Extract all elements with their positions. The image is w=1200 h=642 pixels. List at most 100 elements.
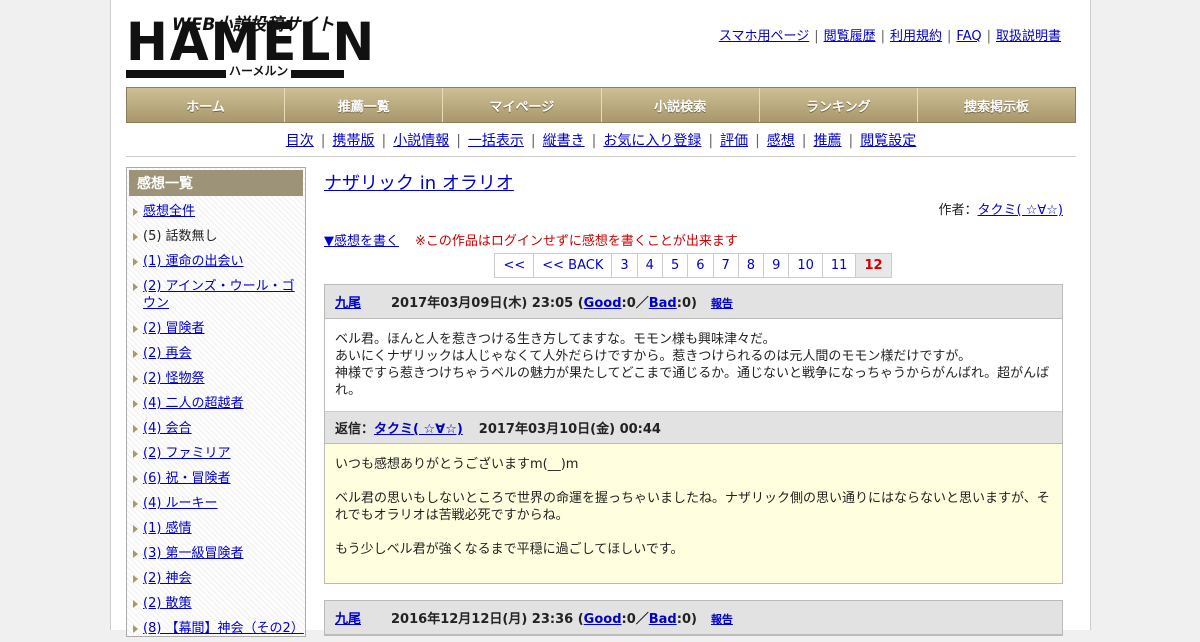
sidebar-item-label[interactable]: (4) 会合: [143, 421, 192, 436]
page-link[interactable]: 8: [737, 253, 765, 278]
review-line: あいにくナザリックは人じゃなくて人外だらけですから。惹きつけられるのは元人間のモ…: [335, 349, 972, 364]
toplink-faq[interactable]: FAQ: [956, 29, 981, 44]
sidebar-item-label[interactable]: 感想全件: [143, 204, 195, 219]
bad-count: :0): [676, 612, 697, 627]
subnav-mobile[interactable]: 携帯版: [332, 133, 374, 149]
subnav-rating[interactable]: 評価: [720, 133, 748, 149]
sidebar-item-label[interactable]: (6) 祝・冒険者: [143, 471, 231, 486]
sidebar-item[interactable]: (2) 神会: [129, 567, 303, 592]
bad-link[interactable]: Bad: [649, 296, 677, 311]
page-link[interactable]: 5: [661, 253, 689, 278]
report-link[interactable]: 報告: [711, 613, 733, 626]
sidebar-item[interactable]: (2) 冒険者: [129, 317, 303, 342]
separator: |: [320, 133, 326, 149]
toplink-manual[interactable]: 取扱説明書: [996, 29, 1061, 44]
sidebar-item-label[interactable]: (4) 二人の超越者: [143, 396, 244, 411]
page-current: 12: [855, 253, 892, 278]
sidebar-item[interactable]: (2) ファミリア: [129, 442, 303, 467]
subnav-info[interactable]: 小説情報: [393, 133, 449, 149]
sidebar-item[interactable]: (1) 感情: [129, 517, 303, 542]
sidebar-item-label[interactable]: (2) 再会: [143, 346, 192, 361]
sidebar-item[interactable]: (4) 会合: [129, 417, 303, 442]
sidebar-item[interactable]: 感想全件: [129, 200, 303, 225]
sidebar-item-label[interactable]: (1) 感情: [143, 521, 192, 536]
work-title[interactable]: ナザリック in オラリオ: [324, 173, 514, 194]
separator: |: [848, 133, 854, 149]
sidebar-item: (5) 話数無し: [129, 225, 303, 250]
sidebar-item[interactable]: (2) 散策: [129, 592, 303, 617]
toplink-smartphone[interactable]: スマホ用ページ: [719, 29, 809, 44]
sidebar-item[interactable]: (2) アインズ・ウール・ゴウン: [129, 275, 303, 317]
sub-nav: 目次 | 携帯版 | 小説情報 | 一括表示 | 縦書き | お気に入り登録 | 評価 | 感想 | 推薦 | 閲覧…: [126, 130, 1076, 150]
main-nav: ホーム 推薦一覧 マイページ 小説検索 ランキング 捜索掲示板: [126, 87, 1076, 123]
sidebar-item[interactable]: (6) 祝・冒険者: [129, 467, 303, 492]
page-link[interactable]: 10: [788, 253, 823, 278]
review-user[interactable]: 九尾: [335, 612, 361, 627]
page-link[interactable]: <<: [494, 253, 535, 278]
sidebar-item-label: (5) 話数無し: [143, 229, 218, 244]
subnav-vertical[interactable]: 縦書き: [543, 133, 585, 149]
page-link[interactable]: 4: [636, 253, 663, 278]
reply-header: 返信：タクミ( ☆∀☆) 2017年03月10日(金) 00:44: [325, 411, 1062, 444]
sidebar-item-label[interactable]: (2) 神会: [143, 571, 192, 586]
bad-link[interactable]: Bad: [649, 612, 677, 627]
sidebar-item-label[interactable]: (2) 冒険者: [143, 321, 205, 336]
sidebar-item-label[interactable]: (2) 散策: [143, 596, 192, 611]
sidebar-item-label[interactable]: (2) アインズ・ウール・ゴウン: [143, 279, 295, 311]
review-user[interactable]: 九尾: [335, 296, 361, 311]
page-link[interactable]: 7: [712, 253, 739, 278]
separator: |: [880, 29, 885, 44]
sidebar-item[interactable]: (3) 第一級冒険者: [129, 542, 303, 567]
good-link[interactable]: Good: [584, 296, 622, 311]
page-link[interactable]: << BACK: [533, 253, 613, 278]
separator: |: [986, 29, 991, 44]
subnav-recommend[interactable]: 推薦: [814, 133, 842, 149]
nav-search[interactable]: 小説検索: [602, 88, 760, 122]
reply-paragraph: ベル君の思いもしないところで世界の命運を握っちゃいましたね。ナザリック側の思い通…: [335, 491, 1050, 523]
review-date: 2017年03月09日(木) 23:05: [391, 296, 574, 311]
review-sidebar: 感想一覧 感想全件 (5) 話数無し (1) 運命の出会い (2) アインズ・ウール・…: [126, 167, 306, 637]
sidebar-item[interactable]: (2) 再会: [129, 342, 303, 367]
reply-user[interactable]: タクミ( ☆∀☆): [374, 422, 463, 437]
sidebar-item-label[interactable]: (3) 第一級冒険者: [143, 546, 244, 561]
subnav-reviews[interactable]: 感想: [767, 133, 795, 149]
report-link[interactable]: 報告: [711, 297, 733, 310]
page-link[interactable]: 6: [687, 253, 714, 278]
bad-count: :0): [676, 296, 697, 311]
write-review-link[interactable]: ▼感想を書く: [324, 234, 399, 249]
subnav-all[interactable]: 一括表示: [468, 133, 524, 149]
nav-board[interactable]: 捜索掲示板: [918, 88, 1075, 122]
sidebar-item-label[interactable]: (2) 怪物祭: [143, 371, 205, 386]
write-row: ▼感想を書く ※この作品はログインせずに感想を書くことが出来ます: [324, 230, 1063, 249]
subnav-toc[interactable]: 目次: [286, 133, 314, 149]
good-link[interactable]: Good: [584, 612, 622, 627]
sidebar-item-label[interactable]: (4) ルーキー: [143, 496, 218, 511]
pagination: << << BACK 3 4 5 6 7 8 9 10 11 12: [324, 253, 1063, 278]
nav-mypage[interactable]: マイページ: [443, 88, 602, 122]
nav-recommend[interactable]: 推薦一覧: [285, 88, 444, 122]
sidebar-item[interactable]: (4) ルーキー: [129, 492, 303, 517]
divider: [126, 156, 1076, 157]
sidebar-item[interactable]: (1) 運命の出会い: [129, 250, 303, 275]
page-link[interactable]: 3: [611, 253, 638, 278]
subnav-favorite[interactable]: お気に入り登録: [603, 133, 701, 149]
site-logo[interactable]: WEB小説投稿サイト HAMELN ハーメルン: [126, 10, 374, 80]
sidebar-item-label[interactable]: (1) 運命の出会い: [143, 254, 244, 269]
sidebar-item-label[interactable]: (8) 【幕間】神会（その2）: [143, 621, 304, 636]
toplink-terms[interactable]: 利用規約: [890, 29, 942, 44]
page-link[interactable]: 11: [821, 253, 857, 278]
page-link[interactable]: 9: [763, 253, 790, 278]
sidebar-list: 感想全件 (5) 話数無し (1) 運命の出会い (2) アインズ・ウール・ゴウン (2…: [129, 200, 304, 642]
subnav-settings[interactable]: 閲覧設定: [860, 133, 916, 149]
author-link[interactable]: タクミ( ☆∀☆): [978, 203, 1063, 218]
sidebar-item[interactable]: (4) 二人の超越者: [129, 392, 303, 417]
reply-body: いつも感想ありがとうございますm(__)m ベル君の思いもしないところで世界の命…: [325, 444, 1062, 583]
nav-home[interactable]: ホーム: [127, 88, 286, 122]
review-header: 九尾 2017年03月09日(木) 23:05 (Good:0／Bad:0) 報告: [325, 285, 1062, 319]
sidebar-item-label[interactable]: (2) ファミリア: [143, 446, 231, 461]
good-count: :0／: [621, 296, 649, 311]
page: WEB小説投稿サイト HAMELN ハーメルン スマホ用ページ | 閲覧履歴 | 利用規…: [110, 0, 1091, 637]
sidebar-item[interactable]: (2) 怪物祭: [129, 367, 303, 392]
nav-ranking[interactable]: ランキング: [760, 88, 918, 122]
toplink-history[interactable]: 閲覧履歴: [824, 29, 876, 44]
